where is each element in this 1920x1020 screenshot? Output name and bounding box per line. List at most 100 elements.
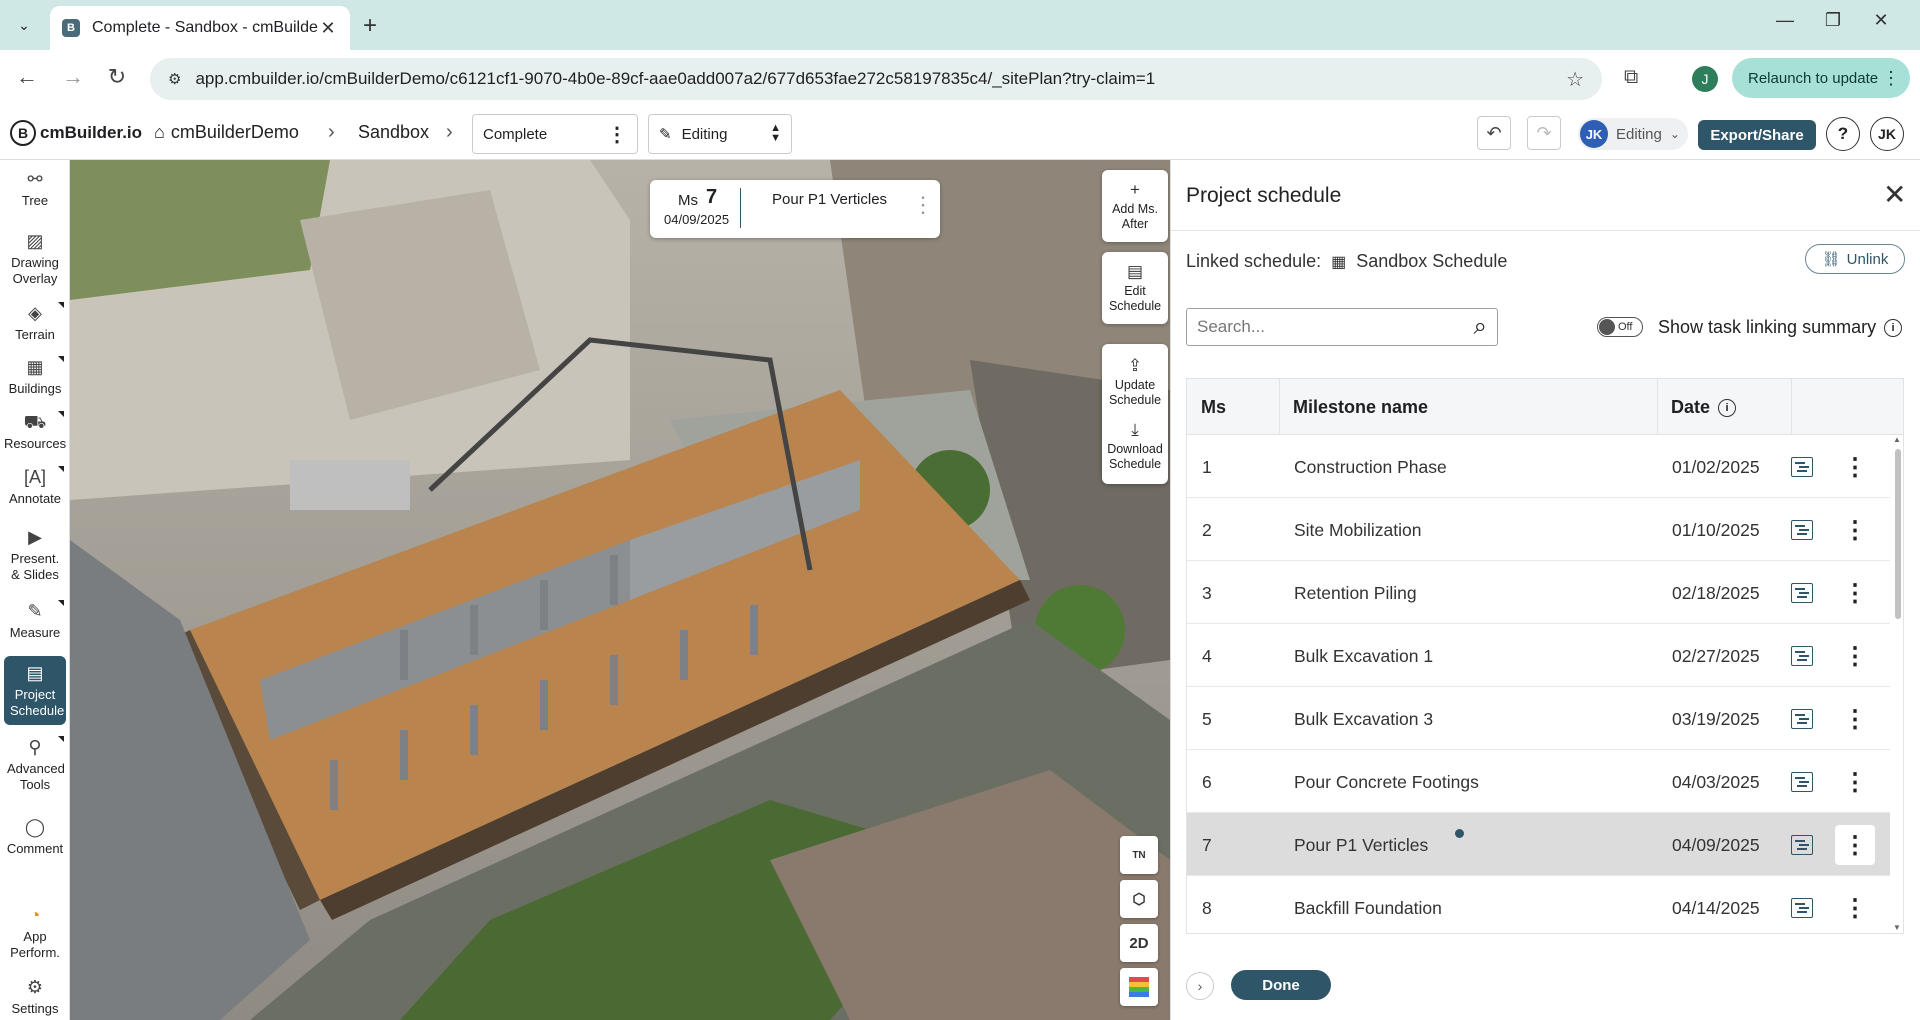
current-milestone-card[interactable]: Ms 7 04/09/2025 Pour P1 Verticles ⋮	[650, 180, 940, 238]
expand-chevron-icon[interactable]: ›	[1186, 972, 1214, 1000]
extensions-icon[interactable]: ⧉	[1624, 66, 1638, 89]
tool-label: Buildings	[8, 380, 62, 396]
tool-label: Project Schedule	[10, 686, 65, 718]
row-milestone-name: Backfill Foundation	[1294, 898, 1442, 918]
gantt-link-icon[interactable]	[1791, 520, 1813, 540]
toggle-state: Off	[1618, 321, 1633, 333]
info-icon[interactable]: i	[1884, 318, 1903, 337]
tool-advanced-tools[interactable]: ⚲ Advanced Tools	[4, 736, 66, 793]
relaunch-label: Relaunch to update	[1748, 69, 1879, 87]
table-row[interactable]: 5 Bulk Excavation 3 03/19/2025 ⋮	[1187, 687, 1890, 750]
gantt-link-icon[interactable]	[1791, 835, 1813, 855]
user-mode-pill[interactable]: JK Editing ⌄	[1578, 118, 1688, 150]
account-avatar[interactable]: JK	[1870, 117, 1904, 151]
scroll-thumb[interactable]	[1895, 449, 1901, 619]
download-schedule-label: Download Schedule	[1107, 442, 1163, 472]
export-share-button[interactable]: Export/Share	[1698, 120, 1816, 150]
table-row[interactable]: 3 Retention Piling 02/18/2025 ⋮	[1187, 561, 1890, 624]
milestone-drag-icon[interactable]: ⋮	[912, 192, 934, 218]
reload-icon[interactable]: ↻	[102, 64, 132, 90]
tool-annotate[interactable]: [A] Annotate	[4, 466, 66, 507]
true-north-button[interactable]: TN	[1120, 836, 1158, 874]
undo-icon[interactable]: ↶	[1477, 116, 1511, 150]
tool-present-slides[interactable]: ▶ Present. & Slides	[4, 526, 66, 583]
browser-tab[interactable]: B Complete - Sandbox - cmBuilder ✕	[50, 6, 350, 50]
minimize-icon[interactable]: —	[1770, 10, 1800, 31]
close-icon[interactable]: ✕	[1883, 178, 1906, 211]
tool-app-performance[interactable]: ◔ App Perform.	[4, 904, 66, 961]
task-linking-toggle[interactable]: Off	[1597, 317, 1643, 337]
row-menu-icon[interactable]: ⋮	[1835, 636, 1875, 676]
row-menu-icon[interactable]: ⋮	[1835, 762, 1875, 802]
tool-tree[interactable]: ⚯ Tree	[4, 168, 66, 209]
tool-settings[interactable]: ⚙ Settings	[4, 976, 66, 1017]
new-tab-icon[interactable]: +	[355, 12, 385, 40]
profile-avatar[interactable]: J	[1692, 66, 1718, 92]
row-menu-icon[interactable]: ⋮	[1835, 447, 1875, 487]
tool-buildings[interactable]: ▦ Buildings	[4, 356, 66, 397]
breadcrumb-project[interactable]: Sandbox	[358, 122, 429, 143]
breadcrumb-home[interactable]: ⌂ cmBuilderDemo	[154, 122, 299, 143]
view-2d-button[interactable]: 2D	[1120, 924, 1158, 962]
view-menu-icon[interactable]: ⋮	[607, 122, 627, 147]
app-logo[interactable]: B cmBuilder.io	[10, 120, 142, 146]
table-row[interactable]: 1 Construction Phase 01/02/2025 ⋮	[1187, 435, 1890, 498]
gantt-link-icon[interactable]	[1791, 646, 1813, 666]
gear-icon: ⚙	[26, 977, 44, 997]
tab-search-chevron-icon[interactable]: ⌄	[10, 12, 38, 38]
back-icon[interactable]: ←	[12, 64, 42, 90]
search-input[interactable]: Search... ⌕	[1186, 308, 1498, 346]
help-icon[interactable]: ?	[1826, 117, 1860, 151]
mode-selector[interactable]: ✎ Editing ▲ ▼	[648, 114, 792, 154]
gantt-link-icon[interactable]	[1791, 898, 1813, 918]
view-cube-icon[interactable]: ⬡	[1120, 880, 1158, 918]
row-date: 04/14/2025	[1672, 898, 1760, 918]
gantt-link-icon[interactable]	[1791, 709, 1813, 729]
table-row[interactable]: 7 Pour P1 Verticles 04/09/2025 ⋮	[1187, 813, 1890, 876]
tool-comment[interactable]: ◯ Comment	[4, 816, 66, 857]
info-icon[interactable]: i	[1718, 398, 1737, 417]
done-button[interactable]: Done	[1231, 970, 1331, 1000]
forward-icon[interactable]: →	[58, 64, 88, 90]
search-icon[interactable]: ⌕	[1474, 313, 1487, 341]
redo-icon[interactable]: ↷	[1527, 116, 1561, 150]
scrollbar[interactable]: ▲ ▼	[1892, 435, 1903, 933]
window-close-icon[interactable]: ✕	[1866, 10, 1896, 31]
row-menu-icon[interactable]: ⋮	[1835, 825, 1875, 865]
tool-project-schedule[interactable]: ▤ Project Schedule	[4, 656, 66, 725]
unlink-button[interactable]: ⛓ Unlink	[1805, 244, 1905, 274]
site-info-icon[interactable]: ⚙	[168, 70, 181, 88]
add-ms-after-button[interactable]: + Add Ms. After	[1102, 170, 1168, 242]
edit-schedule-button[interactable]: ▤ Edit Schedule	[1102, 252, 1168, 324]
tool-measure[interactable]: ✎ Measure	[4, 600, 66, 641]
gantt-link-icon[interactable]	[1791, 583, 1813, 603]
tab-close-icon[interactable]: ✕	[318, 18, 338, 39]
tool-resources[interactable]: ⛟ Resources	[4, 411, 66, 452]
update-schedule-button[interactable]: ⇪ Update Schedule	[1106, 356, 1164, 408]
row-menu-icon[interactable]: ⋮	[1835, 510, 1875, 550]
restore-icon[interactable]: ❐	[1818, 10, 1848, 31]
site-3d-viewport[interactable]: Ms 7 04/09/2025 Pour P1 Verticles ⋮ + Ad…	[70, 160, 1170, 1020]
terrain-icon: ◈	[28, 303, 42, 323]
tool-drawing-overlay[interactable]: ▨ Drawing Overlay	[4, 230, 66, 287]
bookmark-star-icon[interactable]: ☆	[1566, 67, 1584, 92]
table-row[interactable]: 6 Pour Concrete Footings 04/03/2025 ⋮	[1187, 750, 1890, 813]
gantt-link-icon[interactable]	[1791, 457, 1813, 477]
row-menu-icon[interactable]: ⋮	[1835, 573, 1875, 613]
panel-title: Project schedule	[1186, 184, 1342, 207]
row-menu-icon[interactable]: ⋮	[1835, 699, 1875, 739]
tool-terrain[interactable]: ◈ Terrain	[4, 302, 66, 343]
table-row[interactable]: 4 Bulk Excavation 1 02/27/2025 ⋮	[1187, 624, 1890, 687]
row-menu-icon[interactable]: ⋮	[1835, 888, 1875, 928]
scroll-up-icon[interactable]: ▲	[1893, 435, 1901, 444]
browser-menu-icon[interactable]: ⋮	[1882, 68, 1900, 89]
download-schedule-button[interactable]: ⤓ Download Schedule	[1105, 420, 1165, 472]
view-selector[interactable]: Complete ⋮	[472, 114, 638, 154]
gantt-link-icon[interactable]	[1791, 772, 1813, 792]
omnibox[interactable]: ⚙ app.cmbuilder.io/cmBuilderDemo/c6121cf…	[150, 58, 1602, 100]
relaunch-button[interactable]: Relaunch to update ⋮	[1732, 58, 1910, 98]
table-row[interactable]: 2 Site Mobilization 01/10/2025 ⋮	[1187, 498, 1890, 561]
layers-color-icon[interactable]	[1120, 968, 1158, 1006]
scroll-down-icon[interactable]: ▼	[1893, 923, 1901, 932]
table-row[interactable]: 8 Backfill Foundation 04/14/2025 ⋮	[1187, 876, 1890, 933]
